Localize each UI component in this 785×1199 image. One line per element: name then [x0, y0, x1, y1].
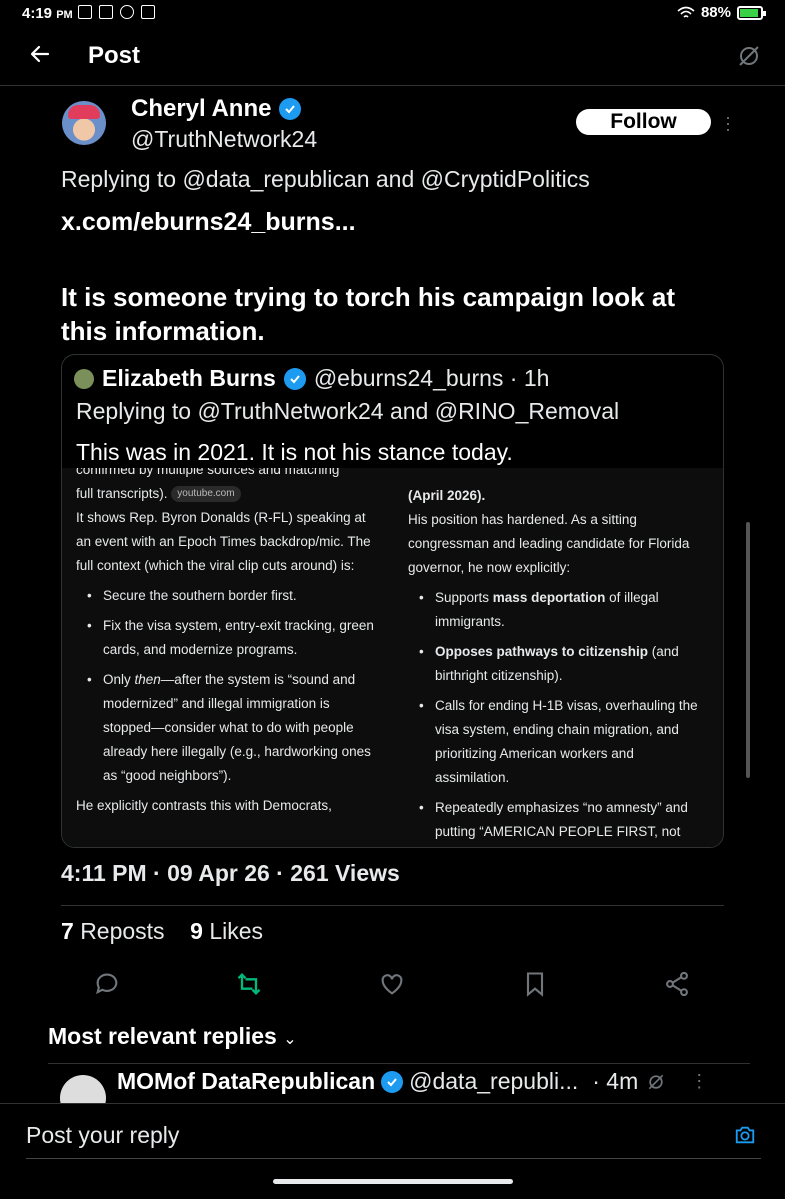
post-link[interactable]: x.com/eburns24_burns... — [61, 208, 356, 237]
wifi-icon — [677, 6, 695, 18]
battery-percent: 88% — [700, 4, 731, 21]
image-bullet: Only then—after the system is “sound and… — [76, 668, 376, 788]
reply-input[interactable]: Post your reply — [26, 1122, 179, 1149]
divider — [61, 905, 724, 906]
verified-badge-icon — [283, 367, 306, 390]
reposts-stat[interactable]: 7 Reposts — [61, 918, 165, 944]
image-bullet: Secure the southern border first. — [76, 584, 376, 608]
image-bullet-list: Secure the southern border first. Fix th… — [76, 584, 376, 788]
image-text-line: confirmed by multiple sources and matchi… — [76, 468, 340, 477]
post-meta: 4:11 PM · 09 Apr 26 · 261 Views — [61, 860, 400, 886]
composer-divider — [26, 1158, 761, 1159]
reply-author-name[interactable]: MOMof DataRepublican — [117, 1068, 375, 1095]
divider — [48, 1063, 750, 1064]
image-bullet-list: Supports mass deportation of illegal imm… — [408, 586, 708, 844]
verified-badge-icon — [381, 1070, 404, 1093]
reply-composer: Post your reply — [0, 1103, 785, 1199]
screenshot-icon — [78, 5, 92, 19]
grok-icon[interactable] — [646, 1072, 666, 1092]
reply-author-handle[interactable]: @data_republi... — [409, 1068, 578, 1095]
post-stats: 7 Reposts 9 Likes — [61, 918, 263, 945]
battery-icon — [737, 5, 766, 20]
quoted-text: This was in 2021. It is not his stance t… — [76, 439, 513, 465]
image-bullet: Repeatedly emphasizes “no amnesty” and p… — [408, 796, 708, 844]
home-indicator[interactable] — [273, 1179, 513, 1184]
app-notification-icon — [99, 5, 113, 19]
status-bar: 4:19 PM 88% — [0, 0, 785, 28]
page-title: Post — [88, 42, 141, 69]
image-bullet: Supports mass deportation of illegal imm… — [408, 586, 708, 634]
quoted-meta: @eburns24_burns · 1h — [313, 365, 550, 391]
image-text-line: He explicitly contrasts this with Democr… — [76, 798, 332, 813]
repost-icon[interactable] — [235, 970, 263, 998]
quoted-replying-to: Replying to @TruthNetwork24 and @RINO_Re… — [76, 398, 620, 424]
action-bar — [61, 970, 724, 1002]
image-column-left: confirmed by multiple sources and matchi… — [76, 468, 376, 818]
likes-stat[interactable]: 9 Likes — [190, 918, 263, 944]
top-bar: Post — [0, 28, 785, 86]
author-handle[interactable]: @TruthNetwork24 — [131, 126, 317, 153]
image-bullet: Fix the visa system, entry-exit tracking… — [76, 614, 376, 662]
like-icon[interactable] — [378, 970, 406, 998]
author-avatar[interactable] — [62, 101, 106, 145]
reply-time: · 4m — [592, 1068, 639, 1094]
reply-more-options-icon[interactable]: ⋮ — [690, 1071, 708, 1092]
share-icon[interactable] — [663, 970, 691, 998]
mail-icon — [141, 5, 155, 19]
image-text-paragraph: It shows Rep. Byron Donalds (R-FL) speak… — [76, 510, 371, 573]
quoted-author-name: Elizabeth Burns — [102, 365, 276, 391]
more-options-icon[interactable]: · · · — [724, 108, 732, 138]
reply-header: MOMof DataRepublican @data_republi... · … — [117, 1068, 708, 1095]
image-column-right: (April 2026). His position has hardened.… — [408, 484, 708, 847]
camera-icon[interactable] — [734, 1124, 756, 1146]
quoted-post-header: Elizabeth Burns @eburns24_burns · 1h — [74, 365, 549, 392]
back-arrow-icon[interactable] — [28, 42, 52, 66]
replying-to[interactable]: Replying to @data_republican and @Crypti… — [61, 166, 590, 193]
reply-icon[interactable] — [93, 970, 121, 998]
post-text: It is someone trying to torch his campai… — [61, 282, 675, 346]
quoted-post[interactable]: Elizabeth Burns @eburns24_burns · 1h Rep… — [61, 354, 724, 848]
image-bullet: Calls for ending H-1B visas, overhauling… — [408, 694, 708, 790]
source-chip: youtube.com — [171, 486, 241, 503]
settings-icon — [120, 5, 134, 19]
chevron-down-icon: ⌄ — [283, 1031, 297, 1048]
scrollbar[interactable] — [746, 522, 750, 778]
verified-badge-icon — [279, 98, 302, 120]
image-heading: (April 2026). — [408, 488, 486, 503]
status-right: 88% — [677, 4, 766, 21]
image-bullet: Opposes pathways to citizenship (and bir… — [408, 640, 708, 688]
notification-icons — [78, 5, 155, 19]
replies-sort-dropdown[interactable]: Most relevant replies ⌄ — [48, 1023, 297, 1050]
follow-button[interactable]: Follow — [576, 109, 711, 135]
bookmark-icon[interactable] — [521, 970, 549, 998]
status-time: 4:19 PM — [22, 5, 73, 22]
image-text-paragraph: His position has hardened. As a sitting … — [408, 512, 690, 575]
author-name[interactable]: Cheryl Anne — [131, 95, 302, 123]
grok-icon[interactable] — [737, 44, 761, 68]
quoted-author-avatar — [74, 368, 94, 389]
quoted-image[interactable]: confirmed by multiple sources and matchi… — [62, 468, 723, 847]
image-text-line: full transcripts). youtube.com — [76, 482, 376, 506]
